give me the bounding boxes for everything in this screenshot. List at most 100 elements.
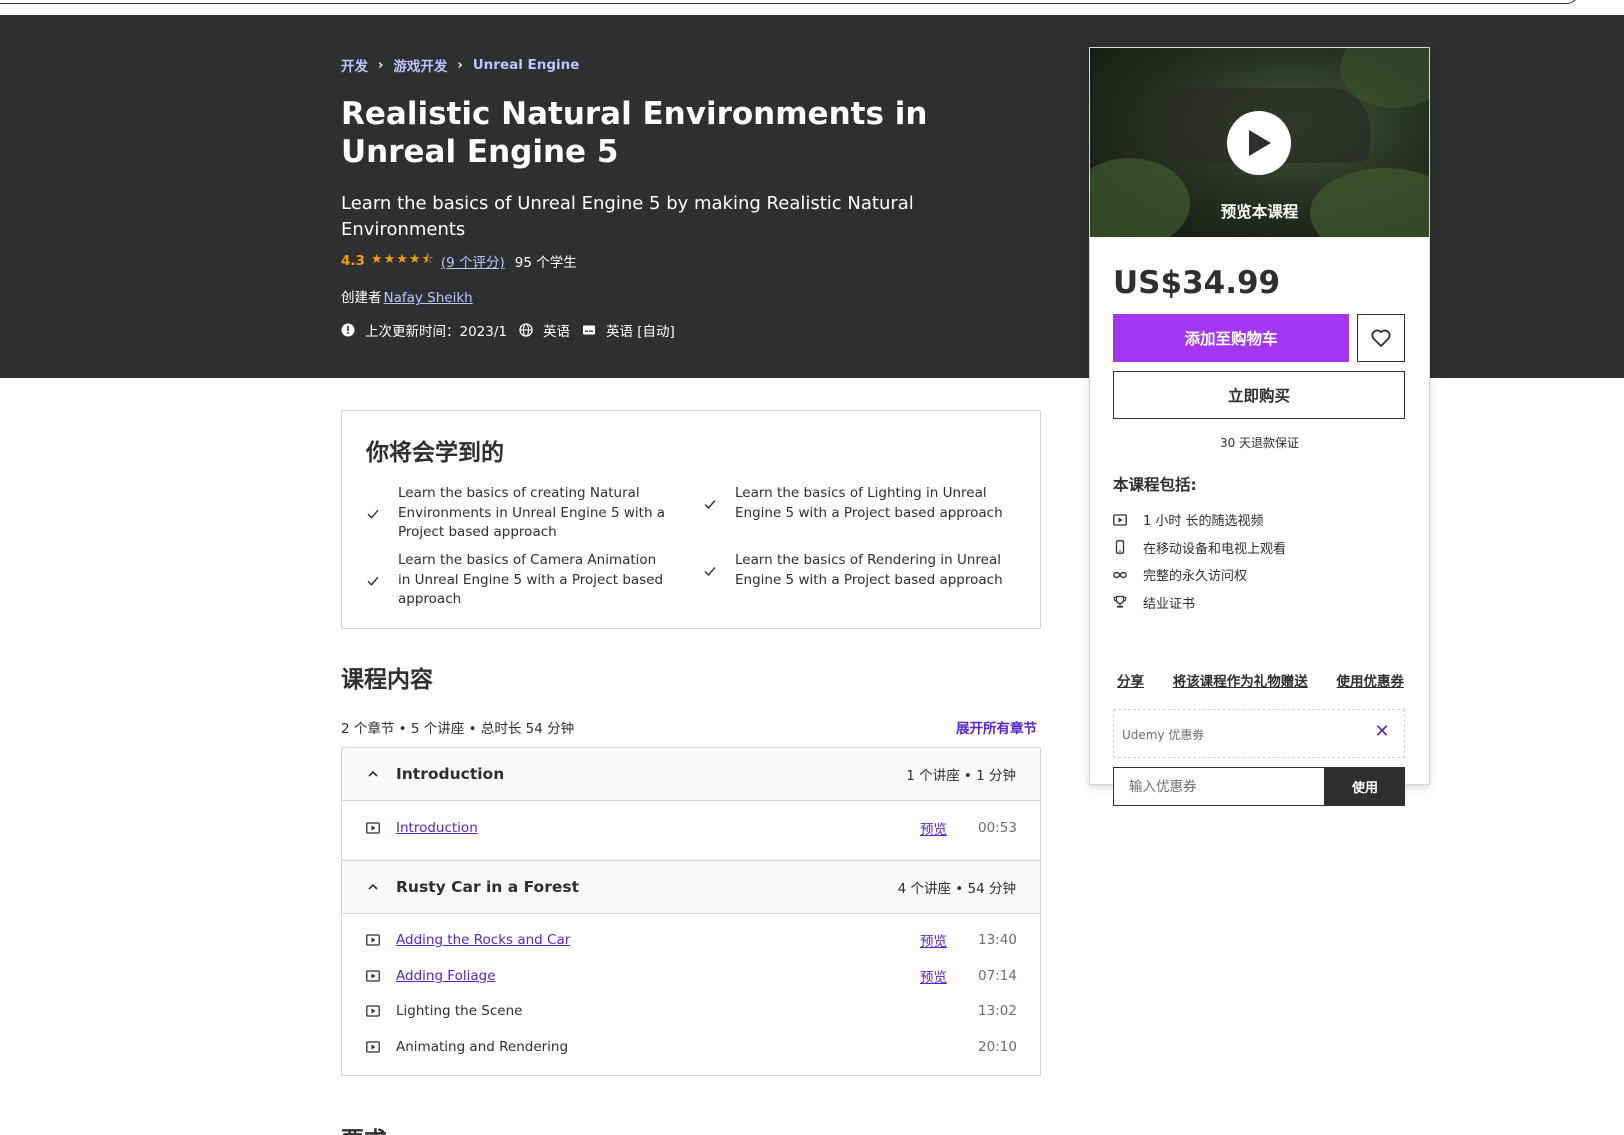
section-meta: 4 个讲座 • 54 分钟 <box>897 880 1016 897</box>
lecture-preview-link[interactable]: 预览 <box>920 818 947 838</box>
close-icon[interactable]: ✕ <box>1373 723 1391 741</box>
captions-text: 英语 [自动] <box>606 324 675 340</box>
student-count: 95 个学生 <box>514 255 577 271</box>
learn-item-text: Learn the basics of Lighting in Unreal E… <box>735 485 1003 521</box>
lecture-list: Introduction 预览 00:53 <box>342 801 1040 861</box>
lecture-preview-link[interactable]: 预览 <box>920 966 947 986</box>
lecture-title-link[interactable]: Introduction <box>396 820 920 836</box>
creator-link[interactable]: Nafay Sheikh <box>384 290 473 306</box>
what-you-will-learn-title: 你将会学到的 <box>366 440 504 466</box>
checkmark-icon <box>367 509 379 519</box>
video-icon <box>366 1005 380 1017</box>
course-price: US$34.99 <box>1113 265 1281 301</box>
coupon-apply-button[interactable]: 使用 <box>1325 767 1405 806</box>
course-meta-row: 上次更新时间：2023/1 英语 英语 [自动] <box>341 320 687 340</box>
creator-row: 创建者 Nafay Sheikh <box>341 286 473 306</box>
learn-item: Learn the basics of Rendering in Unreal … <box>703 551 1003 590</box>
preview-foliage-shape <box>1090 158 1190 237</box>
includes-item: 结业证书 <box>1113 589 1286 617</box>
learn-item: Learn the basics of Lighting in Unreal E… <box>703 484 1003 523</box>
requirements-heading-text: 要求 <box>341 1127 401 1135</box>
curriculum-accordion: Introduction 1 个讲座 • 1 分钟 Introduction 预… <box>341 747 1041 1076</box>
lecture-duration: 13:40 <box>978 932 1017 949</box>
top-search-bar[interactable] <box>0 0 1580 4</box>
coupon-code-input[interactable] <box>1113 767 1325 806</box>
last-updated-text: 上次更新时间：2023/1 <box>365 324 507 340</box>
apply-coupon-link[interactable]: 使用优惠券 <box>1333 670 1409 690</box>
play-button[interactable] <box>1227 111 1291 175</box>
share-link[interactable]: 分享 <box>1113 670 1148 690</box>
course-subtitle: Learn the basics of Unreal Engine 5 by m… <box>341 193 914 240</box>
includes-item-text: 1 小时 长的随选视频 <box>1143 514 1264 530</box>
section-meta: 1 个讲座 • 1 分钟 <box>906 768 1016 784</box>
lecture-title-link[interactable]: Adding the Rocks and Car <box>396 932 920 948</box>
alert-badge-icon <box>341 323 355 337</box>
what-you-will-learn-box: 你将会学到的 Learn the basics of creating Natu… <box>341 410 1041 629</box>
checkmark-icon <box>367 576 379 586</box>
includes-item: 在移动设备和电视上观看 <box>1113 534 1286 562</box>
rating-count-link[interactable]: (9 个评分) <box>441 251 505 271</box>
trophy-icon <box>1113 596 1127 608</box>
wishlist-button[interactable] <box>1357 314 1405 362</box>
add-to-cart-button[interactable]: 添加至购物车 <box>1113 314 1349 362</box>
breadcrumb-link-game-dev[interactable]: 游戏开发 <box>393 55 447 75</box>
creator-label: 创建者 <box>341 290 382 306</box>
course-preview-video[interactable]: 预览本课程 <box>1090 48 1429 237</box>
video-icon <box>366 970 380 982</box>
preview-course-label: 预览本课程 <box>1220 203 1299 221</box>
lecture-duration: 20:10 <box>978 1038 1017 1055</box>
lecture-title-link[interactable]: Adding Foliage <box>396 968 920 984</box>
lecture-row: Animating and Rendering 20:10 <box>366 1029 1017 1065</box>
lecture-duration: 13:02 <box>978 1003 1017 1020</box>
includes-item-text: 在移动设备和电视上观看 <box>1143 541 1287 557</box>
heart-icon <box>1371 329 1391 347</box>
purchase-sidebar: 预览本课程 US$34.99 添加至购物车 立即购买 30 天退款保证 本课程包… <box>1089 47 1430 806</box>
learn-item: Learn the basics of Camera Animation in … <box>366 551 666 610</box>
requirements-heading-partial: 要求 <box>341 1127 401 1135</box>
video-icon <box>1113 514 1127 526</box>
captions-icon <box>583 325 595 335</box>
sidebar-action-links: 分享 将该课程作为礼物赠送 使用优惠券 <box>1113 670 1408 690</box>
lecture-row: Adding the Rocks and Car 预览 13:40 <box>366 923 1017 959</box>
includes-list: 1 小时 长的随选视频 在移动设备和电视上观看 完整的永久访问权 结业证书 <box>1113 506 1286 616</box>
course-title: Realistic Natural Environments in Unreal… <box>341 96 928 170</box>
video-icon <box>366 822 380 834</box>
includes-title: 本课程包括: <box>1113 476 1197 494</box>
video-icon <box>366 1041 380 1053</box>
money-back-guarantee: 30 天退款保证 <box>1219 436 1300 450</box>
language-text: 英语 <box>543 324 570 340</box>
includes-item: 1 小时 长的随选视频 <box>1113 506 1286 534</box>
course-language: 英语 <box>519 320 570 340</box>
lecture-title: Lighting the Scene <box>396 1003 523 1020</box>
chevron-right-icon: › <box>378 57 384 73</box>
chevron-right-icon: › <box>457 57 463 73</box>
buy-now-button[interactable]: 立即购买 <box>1113 371 1405 419</box>
learn-item: Learn the basics of creating Natural Env… <box>366 484 666 543</box>
lecture-title: Animating and Rendering <box>396 1038 569 1055</box>
expand-all-sections-button[interactable]: 展开所有章节 <box>956 717 1037 737</box>
coupon-label: Udemy 优惠券 <box>1122 728 1205 742</box>
section-title: Rusty Car in a Forest <box>396 877 579 896</box>
breadcrumb-link-development[interactable]: 开发 <box>341 55 368 75</box>
checkmark-icon <box>704 500 716 510</box>
rating-value: 4.3 <box>341 253 365 269</box>
lecture-duration: 07:14 <box>978 967 1017 984</box>
includes-item: 完整的永久访问权 <box>1113 561 1286 589</box>
chevron-up-icon <box>368 770 378 777</box>
course-content-title: 课程内容 <box>341 667 433 693</box>
breadcrumb-link-unreal-engine[interactable]: Unreal Engine <box>473 57 580 73</box>
lecture-row: Adding Foliage 预览 07:14 <box>366 958 1017 994</box>
applied-coupon-box: Udemy 优惠券 ✕ <box>1113 709 1405 758</box>
video-icon <box>366 934 380 946</box>
lecture-preview-link[interactable]: 预览 <box>920 930 947 950</box>
includes-item-text: 结业证书 <box>1143 596 1196 612</box>
learn-item-text: Learn the basics of Rendering in Unreal … <box>735 552 1003 588</box>
last-updated: 上次更新时间：2023/1 <box>341 320 507 340</box>
section-header-rusty-car[interactable]: Rusty Car in a Forest 4 个讲座 • 54 分钟 <box>342 860 1040 914</box>
rating-row: 4.3 ★★★★⯪ (9 个评分) 95 个学生 <box>341 250 577 272</box>
checkmark-icon <box>704 567 716 577</box>
learn-item-text: Learn the basics of Camera Animation in … <box>398 552 664 607</box>
gift-course-link[interactable]: 将该课程作为礼物赠送 <box>1169 670 1312 690</box>
includes-item-text: 完整的永久访问权 <box>1143 569 1248 585</box>
section-header-introduction[interactable]: Introduction 1 个讲座 • 1 分钟 <box>342 748 1040 801</box>
